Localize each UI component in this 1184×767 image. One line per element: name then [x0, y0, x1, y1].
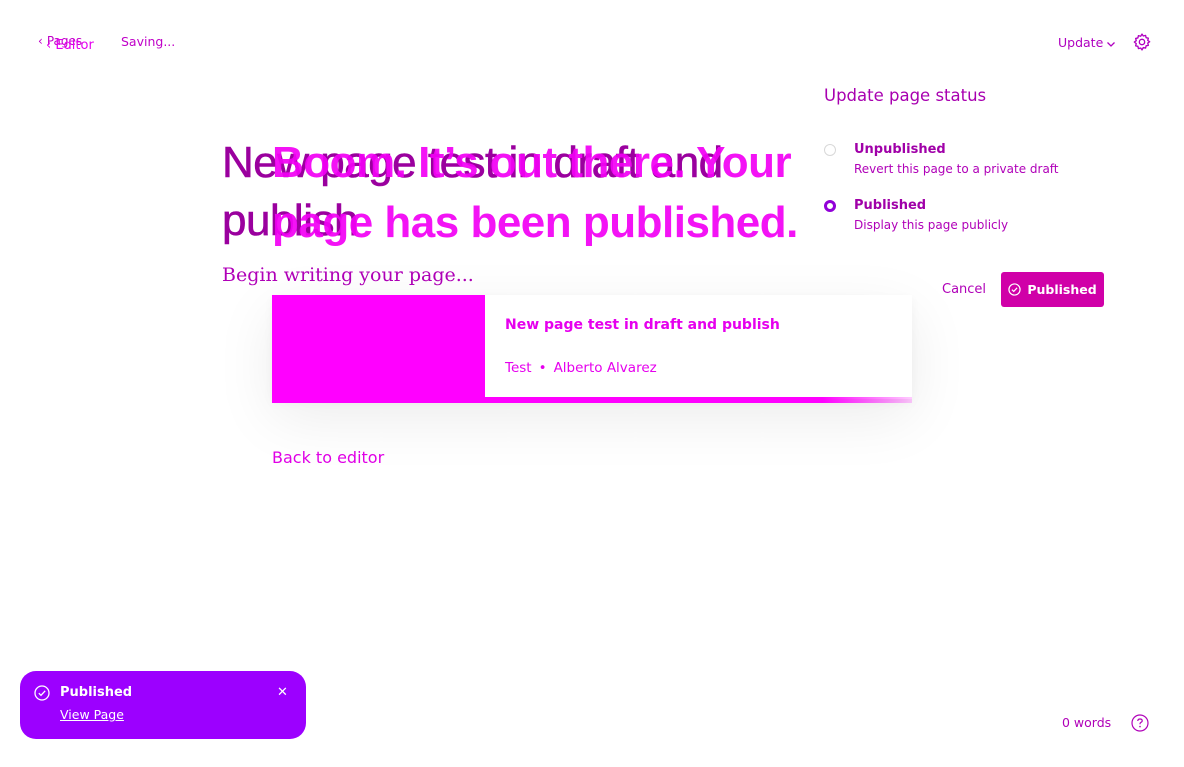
back-to-editor-link[interactable]: ‹ Editor — [46, 38, 94, 53]
update-button[interactable]: Update — [1058, 35, 1116, 50]
card-author: Alberto Alvarez — [553, 360, 657, 376]
status-panel-title: Update page status — [824, 86, 987, 105]
gear-icon[interactable] — [1132, 32, 1152, 52]
back-editor-label: Editor — [55, 38, 94, 53]
published-page-card[interactable]: New page test in draft and publish Test •… — [272, 295, 912, 403]
published-radio[interactable] — [824, 200, 836, 212]
unpublished-label: Unpublished — [854, 142, 946, 157]
chevron-left-icon: ‹ — [38, 34, 43, 48]
word-count: 0 words — [1062, 715, 1112, 730]
published-button-label: Published — [1027, 282, 1097, 297]
published-label: Published — [854, 198, 927, 213]
chevron-down-icon — [1107, 41, 1116, 47]
saving-status: Saving... — [121, 34, 176, 49]
editor-placeholder[interactable]: Begin writing your page... — [222, 264, 474, 286]
view-page-link[interactable]: View Page — [60, 707, 124, 722]
published-description: Display this page publicly — [854, 218, 1009, 232]
check-circle-icon — [1008, 283, 1022, 296]
published-toast: Published View Page ✕ — [20, 671, 306, 739]
unpublished-radio[interactable] — [824, 144, 836, 156]
back-to-editor-button[interactable]: Back to editor — [272, 448, 384, 467]
toast-title: Published — [60, 685, 133, 700]
card-accent-strip — [272, 397, 912, 403]
close-icon[interactable]: ✕ — [277, 685, 288, 700]
check-circle-icon — [34, 685, 50, 701]
unpublished-description: Revert this page to a private draft — [854, 162, 1059, 176]
published-button[interactable]: Published — [1001, 272, 1104, 307]
meta-separator: • — [538, 360, 547, 376]
cancel-button[interactable]: Cancel — [942, 282, 986, 297]
update-label: Update — [1058, 35, 1104, 50]
published-heading: Boom. It’s out there. Your page has been… — [272, 138, 798, 247]
card-site: Test — [505, 360, 532, 376]
help-circle-icon[interactable] — [1131, 714, 1149, 732]
card-title: New page test in draft and publish — [505, 317, 780, 333]
card-meta: Test • Alberto Alvarez — [505, 360, 657, 376]
card-thumbnail — [272, 295, 485, 399]
